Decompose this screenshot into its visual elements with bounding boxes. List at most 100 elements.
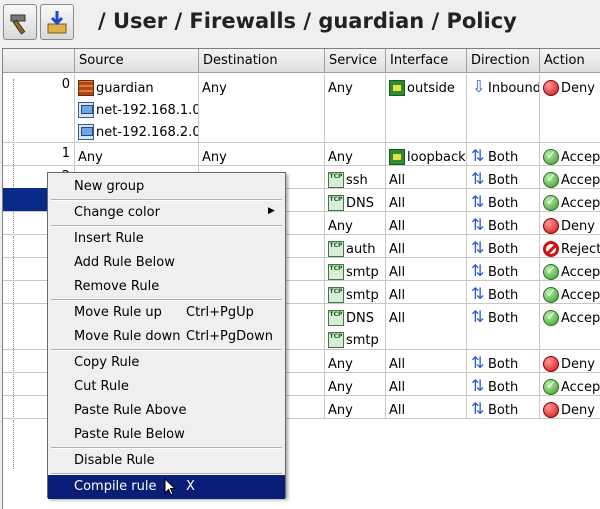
action-cell[interactable]: Accept [540, 373, 600, 396]
cell-line: Accept [543, 146, 600, 165]
service-cell[interactable]: TCP ssh [325, 166, 386, 189]
menu-item-remove-rule[interactable]: Remove Rule [48, 275, 285, 299]
action-cell[interactable]: Accept [540, 166, 600, 189]
action-cell[interactable]: Deny [540, 74, 600, 143]
menu-item-cut-rule[interactable]: Cut Rule [48, 375, 285, 399]
interface-cell[interactable]: All [386, 235, 467, 258]
action-cell[interactable]: Deny [540, 212, 600, 235]
menu-item-disable-rule[interactable]: Disable Rule [48, 449, 285, 473]
menu-item-copy-rule[interactable]: Copy Rule [48, 351, 285, 375]
column-header-source[interactable]: Source [75, 49, 199, 73]
cell-line: TCP ssh [328, 169, 385, 188]
mouse-cursor-icon [164, 478, 176, 496]
interface-cell[interactable]: All [386, 189, 467, 212]
interface-cell[interactable]: All [386, 396, 467, 419]
service-cell[interactable]: Any [325, 350, 386, 373]
table-row[interactable]: 1AnyAnyAnyloopbackBothAccept [3, 143, 600, 166]
action-cell[interactable]: Accept [540, 304, 600, 350]
menu-item-move-rule-down[interactable]: Move Rule down Ctrl+PgDown [48, 325, 285, 349]
service-cell[interactable]: TCP DNS TCP smtp [325, 304, 386, 350]
service-cell[interactable]: Any [325, 396, 386, 419]
cell-text: Both [488, 218, 519, 234]
column-header-service[interactable]: Service [325, 49, 386, 73]
cell-line: net-192.168.2.0 [78, 121, 198, 142]
interface-cell[interactable]: All [386, 373, 467, 396]
service-cell[interactable]: TCP smtp [325, 281, 386, 304]
column-header-direction[interactable]: Direction [467, 49, 540, 73]
interface-cell[interactable]: loopback [386, 143, 467, 166]
column-header-action[interactable]: Action [540, 49, 600, 73]
rule-number-cell[interactable]: 1 [3, 143, 75, 166]
cell-text: Accept [561, 195, 600, 211]
menu-item-change-color[interactable]: Change color ▶ [48, 201, 285, 225]
menu-item-compile-rule[interactable]: Compile rule X [48, 475, 285, 499]
menu-item-paste-rule-below[interactable]: Paste Rule Below [48, 423, 285, 447]
source-cell[interactable]: Any [75, 143, 199, 166]
direction-cell[interactable]: Both [467, 235, 540, 258]
action-cell[interactable]: Accept [540, 189, 600, 212]
menu-item-shortcut: Ctrl+PgDown [186, 329, 273, 344]
cell-text: Any [202, 149, 227, 165]
direction-cell[interactable]: Both [467, 189, 540, 212]
install-button[interactable] [40, 4, 74, 40]
service-cell[interactable]: Any [325, 74, 386, 143]
cell-line: Accept [543, 307, 600, 329]
service-cell[interactable]: Any [325, 143, 386, 166]
menu-item-add-rule-below[interactable]: Add Rule Below [48, 251, 285, 275]
direction-cell[interactable]: Both [467, 258, 540, 281]
action-cell[interactable]: Accept [540, 143, 600, 166]
cell-line: All [389, 353, 466, 372]
table-row[interactable]: 0 guardian net-192.168.1.0 net-192.168.2.0 A… [3, 74, 600, 143]
service-cell[interactable]: TCP smtp [325, 258, 386, 281]
direction-cell[interactable]: Both [467, 396, 540, 419]
interface-cell[interactable]: All [386, 166, 467, 189]
interface-cell[interactable]: All [386, 258, 467, 281]
service-cell[interactable]: Any [325, 373, 386, 396]
destination-cell[interactable]: Any [199, 74, 325, 143]
direction-cell[interactable]: Both [467, 166, 540, 189]
source-cell[interactable]: guardian net-192.168.1.0 net-192.168.2.0 [75, 74, 199, 143]
direction-cell[interactable]: Both [467, 212, 540, 235]
action-cell[interactable]: Deny [540, 350, 600, 373]
cell-text: Accept [561, 287, 600, 303]
column-header-rownum[interactable] [3, 49, 75, 73]
action-cell[interactable]: Reject [540, 235, 600, 258]
action-cell[interactable]: Accept [540, 258, 600, 281]
menu-item-insert-rule[interactable]: Insert Rule [48, 227, 285, 251]
interface-cell[interactable]: All [386, 212, 467, 235]
direction-cell[interactable]: Both [467, 304, 540, 350]
menu-item-move-rule-up[interactable]: Move Rule up Ctrl+PgUp [48, 301, 285, 325]
service-cell[interactable]: TCP DNS [325, 189, 386, 212]
rule-number-cell[interactable]: 0 [3, 74, 75, 143]
cell-text: Deny [561, 402, 595, 418]
cell-text: All [389, 241, 406, 257]
action-accept-icon [543, 263, 559, 280]
interface-cell[interactable]: outside [386, 74, 467, 143]
menu-item-paste-rule-above[interactable]: Paste Rule Above [48, 399, 285, 423]
direction-cell[interactable]: Both [467, 350, 540, 373]
interface-cell[interactable]: All [386, 350, 467, 373]
direction-cell[interactable]: Both [467, 143, 540, 166]
cell-text: Any [328, 80, 353, 96]
column-header-interface[interactable]: Interface [386, 49, 467, 73]
build-button[interactable] [3, 4, 37, 40]
destination-cell[interactable]: Any [199, 143, 325, 166]
service-cell[interactable]: TCP auth [325, 235, 386, 258]
service-cell[interactable]: Any [325, 212, 386, 235]
cell-text: Accept [561, 264, 600, 280]
cell-text: Accept [561, 379, 600, 395]
cell-line: Deny [543, 77, 600, 99]
cell-text: Accept [561, 149, 600, 165]
cell-line: Both [470, 192, 539, 211]
direction-cell[interactable]: Both [467, 373, 540, 396]
direction-cell[interactable]: Both [467, 281, 540, 304]
action-cell[interactable]: Accept [540, 281, 600, 304]
cell-text: All [389, 287, 406, 303]
action-cell[interactable]: Deny [540, 396, 600, 419]
interface-cell[interactable]: All [386, 304, 467, 350]
column-header-destination[interactable]: Destination [199, 49, 325, 73]
direction-cell[interactable]: Inbound [467, 74, 540, 143]
cell-line: Both [470, 307, 539, 329]
menu-item-new-group[interactable]: New group [48, 175, 285, 199]
interface-cell[interactable]: All [386, 281, 467, 304]
